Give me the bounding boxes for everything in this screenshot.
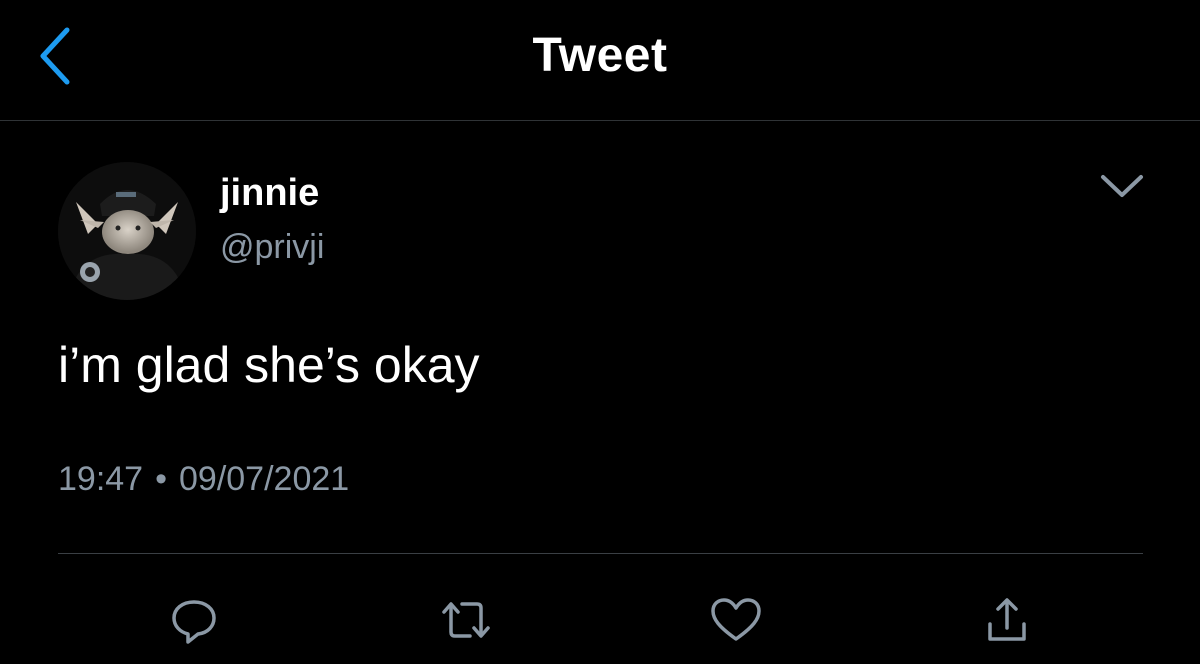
author-display-name[interactable]: jinnie bbox=[220, 172, 319, 215]
divider bbox=[58, 553, 1143, 554]
tweet-date: 09/07/2021 bbox=[179, 460, 350, 498]
page-title: Tweet bbox=[532, 29, 668, 82]
reply-button[interactable] bbox=[166, 592, 222, 648]
like-icon bbox=[711, 598, 761, 641]
retweet-icon bbox=[442, 602, 490, 638]
share-icon bbox=[988, 598, 1026, 641]
avatar[interactable] bbox=[58, 162, 196, 300]
tweet-menu-button[interactable] bbox=[1094, 164, 1150, 208]
share-button[interactable] bbox=[979, 592, 1035, 648]
profile-photo bbox=[58, 162, 196, 300]
chevron-down-icon bbox=[1101, 175, 1143, 197]
tweet-timestamp: 19:47 • 09/07/2021 bbox=[58, 460, 349, 499]
top-bar: Tweet bbox=[0, 0, 1200, 121]
author-handle[interactable]: @privji bbox=[220, 228, 324, 267]
retweet-button[interactable] bbox=[438, 592, 494, 648]
tweet-text: i’m glad she’s okay bbox=[58, 337, 480, 393]
tweet-time: 19:47 bbox=[58, 460, 144, 498]
reply-icon bbox=[172, 600, 216, 644]
meta-separator: • bbox=[155, 460, 167, 498]
like-button[interactable] bbox=[708, 592, 764, 648]
